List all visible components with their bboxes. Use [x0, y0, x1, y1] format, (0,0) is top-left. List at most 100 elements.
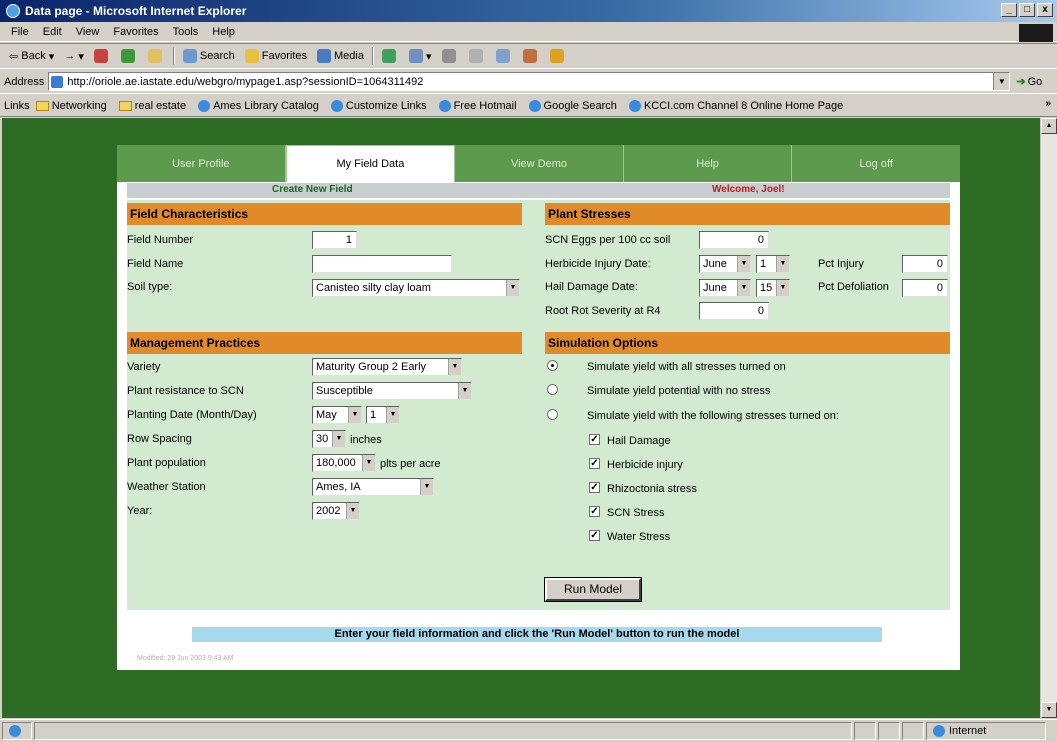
planting-day-select[interactable]: 1 ▼: [366, 406, 400, 424]
menu-tools[interactable]: Tools: [166, 26, 206, 38]
media-button[interactable]: Media: [312, 49, 369, 63]
stop-icon: [93, 49, 108, 63]
tab-log-off[interactable]: Log off: [792, 145, 960, 182]
field-name-label: Field Name: [127, 258, 184, 270]
water-stress-label: Water Stress: [607, 531, 671, 543]
run-model-button[interactable]: Run Model: [544, 577, 642, 602]
menu-help[interactable]: Help: [205, 26, 242, 38]
hail-damage-date-label: Hail Damage Date:: [545, 281, 638, 293]
scn-resistance-select[interactable]: Susceptible ▼: [312, 382, 472, 400]
field-name-input[interactable]: [312, 255, 452, 273]
management-practices-heading: Management Practices: [127, 332, 522, 354]
minimize-button[interactable]: _: [1001, 3, 1017, 17]
link-networking[interactable]: Networking: [35, 100, 107, 112]
scroll-up-icon[interactable]: ▲: [1041, 118, 1057, 134]
go-button[interactable]: ➔ Go: [1016, 75, 1042, 89]
pct-defoliation-input[interactable]: 0: [902, 279, 948, 297]
folder-icon: [35, 100, 49, 111]
windows-logo-icon: [1019, 24, 1053, 42]
tab-my-field-data[interactable]: My Field Data: [285, 145, 456, 182]
scn-eggs-input[interactable]: 0: [699, 231, 769, 249]
menu-view[interactable]: View: [69, 26, 107, 38]
home-button[interactable]: [143, 49, 170, 63]
field-number-input[interactable]: 1: [312, 231, 357, 249]
link-ames-library[interactable]: Ames Library Catalog: [198, 99, 319, 112]
link-customize[interactable]: Customize Links: [330, 99, 427, 112]
links-label: Links: [4, 99, 30, 112]
pct-injury-label: Pct Injury: [818, 258, 864, 270]
discuss-icon: [495, 49, 510, 63]
pct-injury-input[interactable]: 0: [902, 255, 948, 273]
ie-page-icon: [628, 99, 641, 112]
variety-select[interactable]: Maturity Group 2 Early ▼: [312, 358, 462, 376]
mail-button[interactable]: ▾: [404, 49, 437, 63]
ie-page-icon: [528, 99, 541, 112]
soil-type-select[interactable]: Canisteo silty clay loam ▼: [312, 279, 520, 297]
weather-station-select[interactable]: Ames, IA ▼: [312, 478, 434, 496]
search-button[interactable]: Search: [178, 49, 240, 63]
planting-date-label: Planting Date (Month/Day): [127, 409, 257, 421]
ie-icon: [6, 4, 20, 18]
chevron-down-icon: ▼: [776, 280, 789, 296]
menu-favorites[interactable]: Favorites: [106, 26, 165, 38]
link-real-estate[interactable]: real estate: [118, 100, 186, 112]
herbicide-injury-label: Herbicide injury: [607, 459, 683, 471]
stop-button[interactable]: [89, 49, 116, 63]
planting-month-select[interactable]: May ▼: [312, 406, 362, 424]
address-input[interactable]: http://oriole.ae.iastate.edu/webgro/mypa…: [48, 72, 1011, 91]
link-hotmail[interactable]: Free Hotmail: [438, 99, 517, 112]
hail-day-select[interactable]: 15 ▼: [756, 279, 790, 297]
research-button[interactable]: [518, 49, 545, 63]
chevron-down-icon: ▼: [386, 407, 399, 423]
address-dropdown-icon[interactable]: ▼: [993, 73, 1010, 90]
refresh-button[interactable]: [116, 49, 143, 63]
tab-help[interactable]: Help: [624, 145, 793, 182]
history-button[interactable]: [377, 49, 404, 63]
chevron-down-icon: ▼: [362, 455, 375, 471]
back-button[interactable]: ⇦ Back ▾: [4, 50, 59, 63]
link-kcci[interactable]: KCCI.com Channel 8 Online Home Page: [628, 99, 843, 112]
soil-type-label: Soil type:: [127, 281, 173, 293]
print-button[interactable]: [437, 49, 464, 63]
folder-icon: [118, 100, 132, 111]
plant-population-label: Plant population: [127, 457, 206, 469]
tab-view-demo[interactable]: View Demo: [455, 145, 624, 182]
page-done-icon: [9, 725, 21, 737]
herbicide-month-select[interactable]: June ▼: [699, 255, 751, 273]
close-button[interactable]: x: [1037, 3, 1053, 17]
maximize-button[interactable]: □: [1019, 3, 1035, 17]
checkbox-hail-damage[interactable]: ✓: [589, 434, 600, 445]
radio-selected-stresses[interactable]: [547, 409, 558, 420]
radio-all-stresses[interactable]: [547, 360, 558, 371]
checkbox-scn-stress[interactable]: ✓: [589, 506, 600, 517]
home-icon: [147, 49, 162, 63]
checkbox-herbicide-injury[interactable]: ✓: [589, 458, 600, 469]
discuss-button[interactable]: [491, 49, 518, 63]
chevron-right-icon[interactable]: »: [1045, 98, 1051, 109]
messenger-button[interactable]: [545, 49, 572, 63]
plant-population-select[interactable]: 180,000 ▼: [312, 454, 376, 472]
scroll-down-icon[interactable]: ▼: [1041, 702, 1057, 718]
create-new-field-link[interactable]: Create New Field: [272, 184, 353, 195]
favorites-button[interactable]: Favorites: [240, 49, 312, 63]
root-rot-input[interactable]: 0: [699, 302, 769, 320]
status-zone: Internet: [926, 722, 1046, 740]
checkbox-water-stress[interactable]: ✓: [589, 530, 600, 541]
field-characteristics-heading: Field Characteristics: [127, 203, 522, 225]
radio-no-stress[interactable]: [547, 384, 558, 395]
edit-button[interactable]: [464, 49, 491, 63]
link-google[interactable]: Google Search: [528, 99, 617, 112]
history-icon: [381, 49, 396, 63]
checkbox-rhizoctonia[interactable]: ✓: [589, 482, 600, 493]
hail-month-select[interactable]: June ▼: [699, 279, 751, 297]
page-panel: User Profile My Field Data View Demo Hel…: [117, 145, 960, 670]
row-spacing-select[interactable]: 30 ▼: [312, 430, 346, 448]
menu-edit[interactable]: Edit: [36, 26, 69, 38]
ie-page-icon: [198, 99, 211, 112]
forward-button[interactable]: → ▾: [59, 50, 89, 63]
herbicide-day-select[interactable]: 1 ▼: [756, 255, 790, 273]
vertical-scrollbar[interactable]: ▲ ▼: [1040, 118, 1057, 718]
tab-user-profile[interactable]: User Profile: [117, 145, 286, 182]
menu-file[interactable]: File: [4, 26, 36, 38]
year-select[interactable]: 2002 ▼: [312, 502, 360, 520]
